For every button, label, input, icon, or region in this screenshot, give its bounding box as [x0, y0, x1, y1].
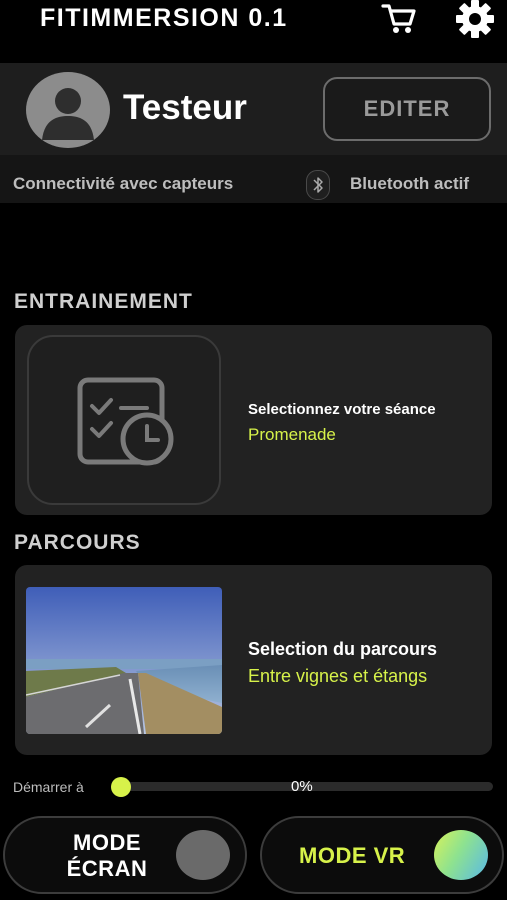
bluetooth-status: Bluetooth actif — [350, 174, 469, 193]
start-label: Démarrer à — [13, 779, 84, 795]
route-thumbnail[interactable] — [26, 587, 222, 734]
route-section-title: PARCOURS — [14, 531, 141, 554]
mode-vr-label: MODE VR — [299, 843, 406, 868]
training-icon-tile[interactable] — [27, 335, 221, 505]
training-prompt: Selectionnez votre séance — [248, 401, 436, 418]
username: Testeur — [123, 88, 247, 127]
route-prompt: Selection du parcours — [248, 639, 438, 659]
training-section-title: ENTRAINEMENT — [14, 290, 193, 313]
mode-screen-toggle[interactable] — [176, 830, 230, 880]
route-value[interactable]: Entre vignes et étangs — [248, 666, 427, 687]
cart-icon[interactable] — [380, 0, 418, 36]
edit-profile-button[interactable]: EDITER — [323, 77, 491, 141]
start-percentage: 0% — [291, 778, 313, 795]
training-value[interactable]: Promenade — [248, 425, 336, 445]
bluetooth-icon — [306, 170, 330, 200]
gear-icon[interactable] — [454, 0, 496, 38]
mode-screen-label: MODE ÉCRAN — [48, 830, 166, 882]
user-avatar-icon — [26, 72, 110, 148]
checklist-clock-icon — [77, 377, 174, 466]
start-slider-thumb[interactable] — [111, 777, 131, 797]
mode-screen-label-line2: ÉCRAN — [66, 856, 148, 881]
connectivity-label: Connectivité avec capteurs — [13, 174, 234, 193]
mode-vr-toggle[interactable] — [434, 830, 488, 880]
app-title: FITIMMERSION 0.1 — [40, 4, 288, 32]
mode-screen-label-line1: MODE — [73, 830, 141, 855]
